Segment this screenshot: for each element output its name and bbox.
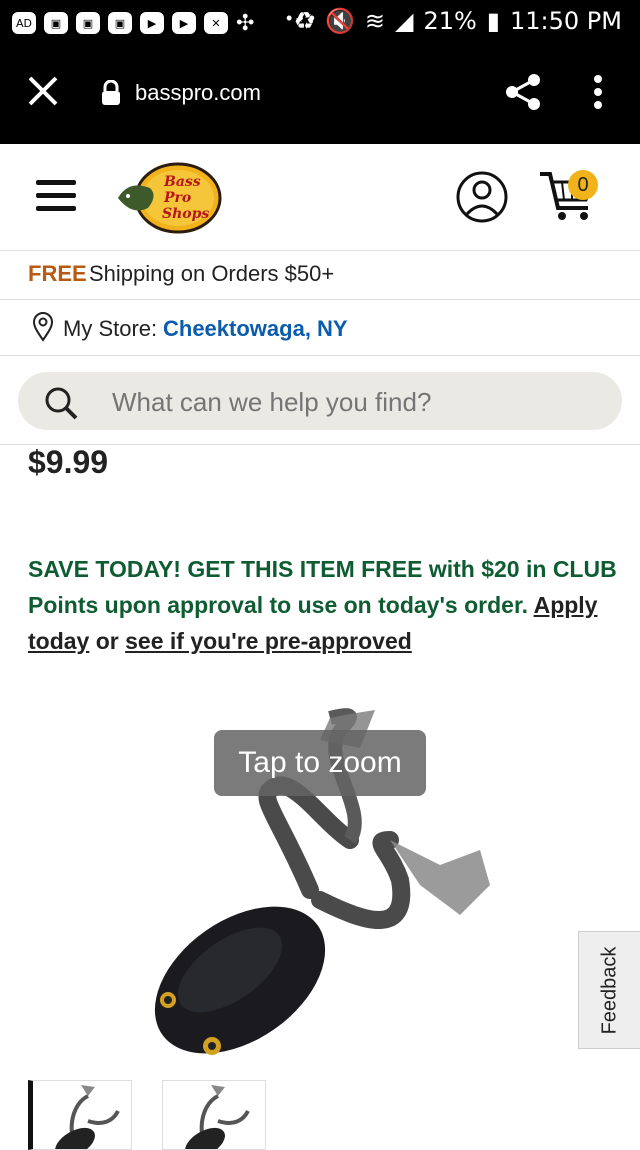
battery-icon: ▮	[486, 7, 501, 35]
search-icon	[45, 387, 78, 420]
battery-percent: 21%	[423, 7, 477, 35]
menu-icon[interactable]	[36, 180, 76, 214]
club-promo: SAVE TODAY! GET THIS ITEM FREE with $20 …	[28, 551, 618, 659]
overflow-menu-icon[interactable]	[590, 74, 606, 110]
search-bar[interactable]	[18, 372, 622, 430]
clock: 11:50 PM	[510, 7, 622, 35]
ad-icon: AD	[12, 12, 36, 34]
svg-text:Shops: Shops	[162, 206, 209, 222]
club-promo-text: SAVE TODAY! GET THIS ITEM FREE with $20 …	[28, 556, 617, 618]
thumbnail-image	[185, 1085, 250, 1149]
my-store-label: My Store:	[63, 316, 158, 341]
android-icon: ▣	[108, 12, 132, 34]
pinwheel-icon: ✣	[236, 10, 255, 35]
wifi-icon: ≋	[364, 7, 385, 35]
thumbnail-strip	[28, 1080, 266, 1150]
url-bar[interactable]: basspro.com	[135, 80, 261, 106]
free-label: FREE	[28, 261, 87, 286]
bass-pro-shops-logo[interactable]: Bass Pro Shops	[114, 158, 224, 236]
feedback-tab[interactable]: Feedback	[578, 931, 640, 1049]
close-box-icon: ✕	[204, 12, 228, 34]
or-text: or	[95, 628, 119, 654]
browser-toolbar: basspro.com	[0, 44, 640, 144]
feedback-label: Feedback	[598, 946, 620, 1034]
android-icon: ▣	[44, 12, 68, 34]
battery-saver-icon: ♻	[293, 7, 315, 35]
play-icon: ▶	[172, 12, 196, 34]
store-name-link[interactable]: Cheektowaga, NY	[163, 316, 348, 342]
location-pin-icon	[32, 312, 54, 342]
store-selector[interactable]: My Store: Cheektowaga, NY	[0, 300, 640, 356]
search-input[interactable]	[110, 386, 594, 419]
shipping-banner[interactable]: FREE Shipping on Orders $50+	[0, 251, 640, 300]
play-icon: ▶	[140, 12, 164, 34]
mute-icon: 🔇	[324, 7, 355, 35]
thumbnail-image	[55, 1085, 120, 1149]
pre-approved-link[interactable]: see if you're pre-approved	[125, 628, 412, 654]
thumbnail-1[interactable]	[28, 1080, 132, 1150]
tap-to-zoom-overlay[interactable]: Tap to zoom	[214, 730, 426, 796]
status-bar: AD ▣ ▣ ▣ ▶ ▶ ✕ ✣ • • • ♻ 🔇 ≋ ◢ 21% ▮ 11:…	[0, 0, 640, 44]
product-price: $9.99	[28, 444, 109, 480]
status-icons: AD ▣ ▣ ▣ ▶ ▶ ✕ ✣	[12, 10, 254, 36]
android-icon: ▣	[76, 12, 100, 34]
cart-count-badge: 0	[568, 170, 598, 200]
svg-text:Pro: Pro	[163, 190, 191, 206]
close-icon[interactable]	[26, 74, 60, 108]
lock-icon	[102, 80, 120, 105]
shipping-text: Shipping on Orders $50+	[89, 261, 335, 286]
svg-text:Bass: Bass	[163, 174, 201, 190]
search-section	[0, 356, 640, 445]
thumbnail-2[interactable]	[162, 1080, 266, 1150]
account-icon[interactable]	[455, 170, 509, 224]
signal-icon: ◢	[394, 7, 414, 35]
share-icon[interactable]	[504, 72, 544, 112]
status-right: ♻ 🔇 ≋ ◢ 21% ▮ 11:50 PM	[293, 7, 622, 35]
site-header: Bass Pro Shops	[0, 144, 640, 251]
